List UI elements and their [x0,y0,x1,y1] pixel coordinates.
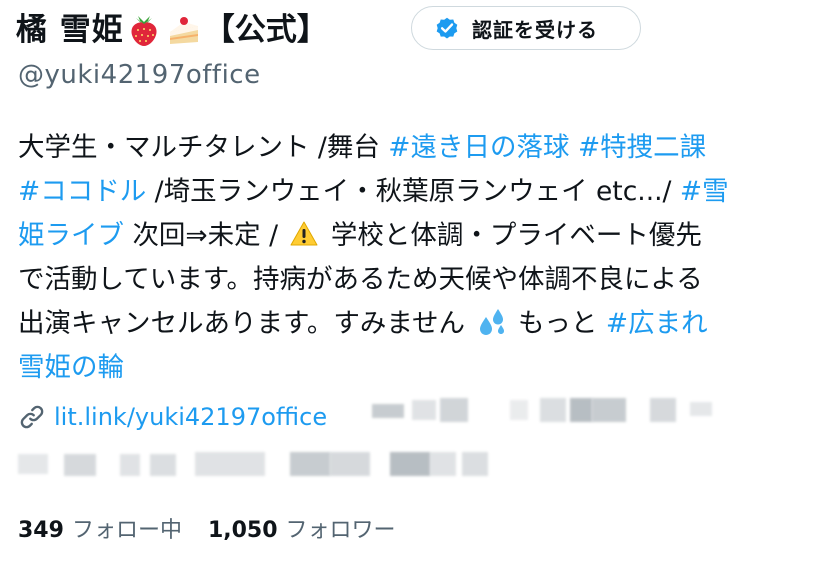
redacted-block [462,452,488,476]
redacted-block [430,452,456,476]
redacted-block [510,400,528,420]
redacted-block [150,454,176,476]
sweat-droplets-icon [479,309,504,335]
website-link[interactable]: lit.link/yuki42197office [54,403,327,431]
bio-line: 姫ライブ 次回⇒未定 / 学校と体調・プライベート優先 [18,214,818,258]
profile-handle: @yuki42197office [18,60,261,90]
redacted-block [390,452,430,476]
redacted-block [290,452,330,476]
hashtag-link[interactable]: 姫ライブ [18,220,124,251]
profile-header: 橘 雪姫 【公式】 認証を受ける @yuki42197office 大学生・マル… [0,0,828,571]
profile-name-row: 橘 雪姫 【公式】 [16,6,328,54]
bio-text: 次回⇒未定 / [132,220,278,251]
hashtag-link[interactable]: #雪 [680,176,729,207]
redacted-block [330,452,370,476]
following-label[interactable]: フォロー中 [72,512,182,544]
cake-emoji [169,17,198,44]
profile-website[interactable]: lit.link/yuki42197office [18,397,327,437]
bio-text: 大学生・マルチタレント /舞台 [18,132,380,163]
redacted-block [570,398,592,422]
bio-line: #ココドル /埼玉ランウェイ・秋葉原ランウェイ etc.../ #雪 [18,170,818,214]
bio-line: 出演キャンセルあります。すみません もっと #広まれ [18,302,818,346]
official-tag: 【公式】 [203,12,328,48]
display-name: 橘 雪姫 [16,12,124,48]
bio-text: で活動しています。持病があるため天候や体調不良による [18,264,703,295]
redacted-block [592,398,626,422]
hashtag-link[interactable]: #遠き日の落球 [388,132,569,163]
redacted-block [412,400,436,420]
bio-line: 雪姫の輪 [18,346,818,390]
bio-text: /埼玉ランウェイ・秋葉原ランウェイ etc.../ [154,176,672,207]
followers-label[interactable]: フォロワー [286,512,396,544]
following-count[interactable]: 349 [18,518,64,543]
hashtag-link[interactable]: 雪姫の輪 [18,352,124,383]
get-verified-button[interactable]: 認証を受ける [411,6,641,50]
bio-text: もっと [517,308,598,339]
redacted-block [372,404,404,418]
bio-text: 学校と体調・プライベート優先 [330,220,702,251]
redacted-block [64,454,96,476]
hashtag-link[interactable]: #ココドル [18,176,146,207]
redacted-block [690,402,712,416]
bio-text: 出演キャンセルあります。すみません [18,308,466,339]
redacted-block [540,398,566,422]
warning-icon [290,221,318,246]
strawberry-emoji [131,16,157,46]
profile-bio: 大学生・マルチタレント /舞台 #遠き日の落球 #特捜二課 #ココドル /埼玉ラ… [18,126,818,390]
get-verified-label: 認証を受ける [472,17,598,42]
followers-count[interactable]: 1,050 [208,518,278,543]
verified-badge-icon [436,17,458,39]
hashtag-link[interactable]: #広まれ [606,308,708,339]
redacted-block [650,398,676,422]
bio-line: 大学生・マルチタレント /舞台 #遠き日の落球 #特捜二課 [18,126,818,170]
redacted-block [120,454,140,476]
link-icon [20,405,44,429]
redacted-block [440,398,468,422]
bio-line: で活動しています。持病があるため天候や体調不良による [18,258,818,302]
follow-stats: 349 フォロー中 1,050 フォロワー [18,512,422,546]
redacted-block [18,454,48,474]
redacted-block [195,452,265,476]
hashtag-link[interactable]: #特捜二課 [578,132,706,163]
